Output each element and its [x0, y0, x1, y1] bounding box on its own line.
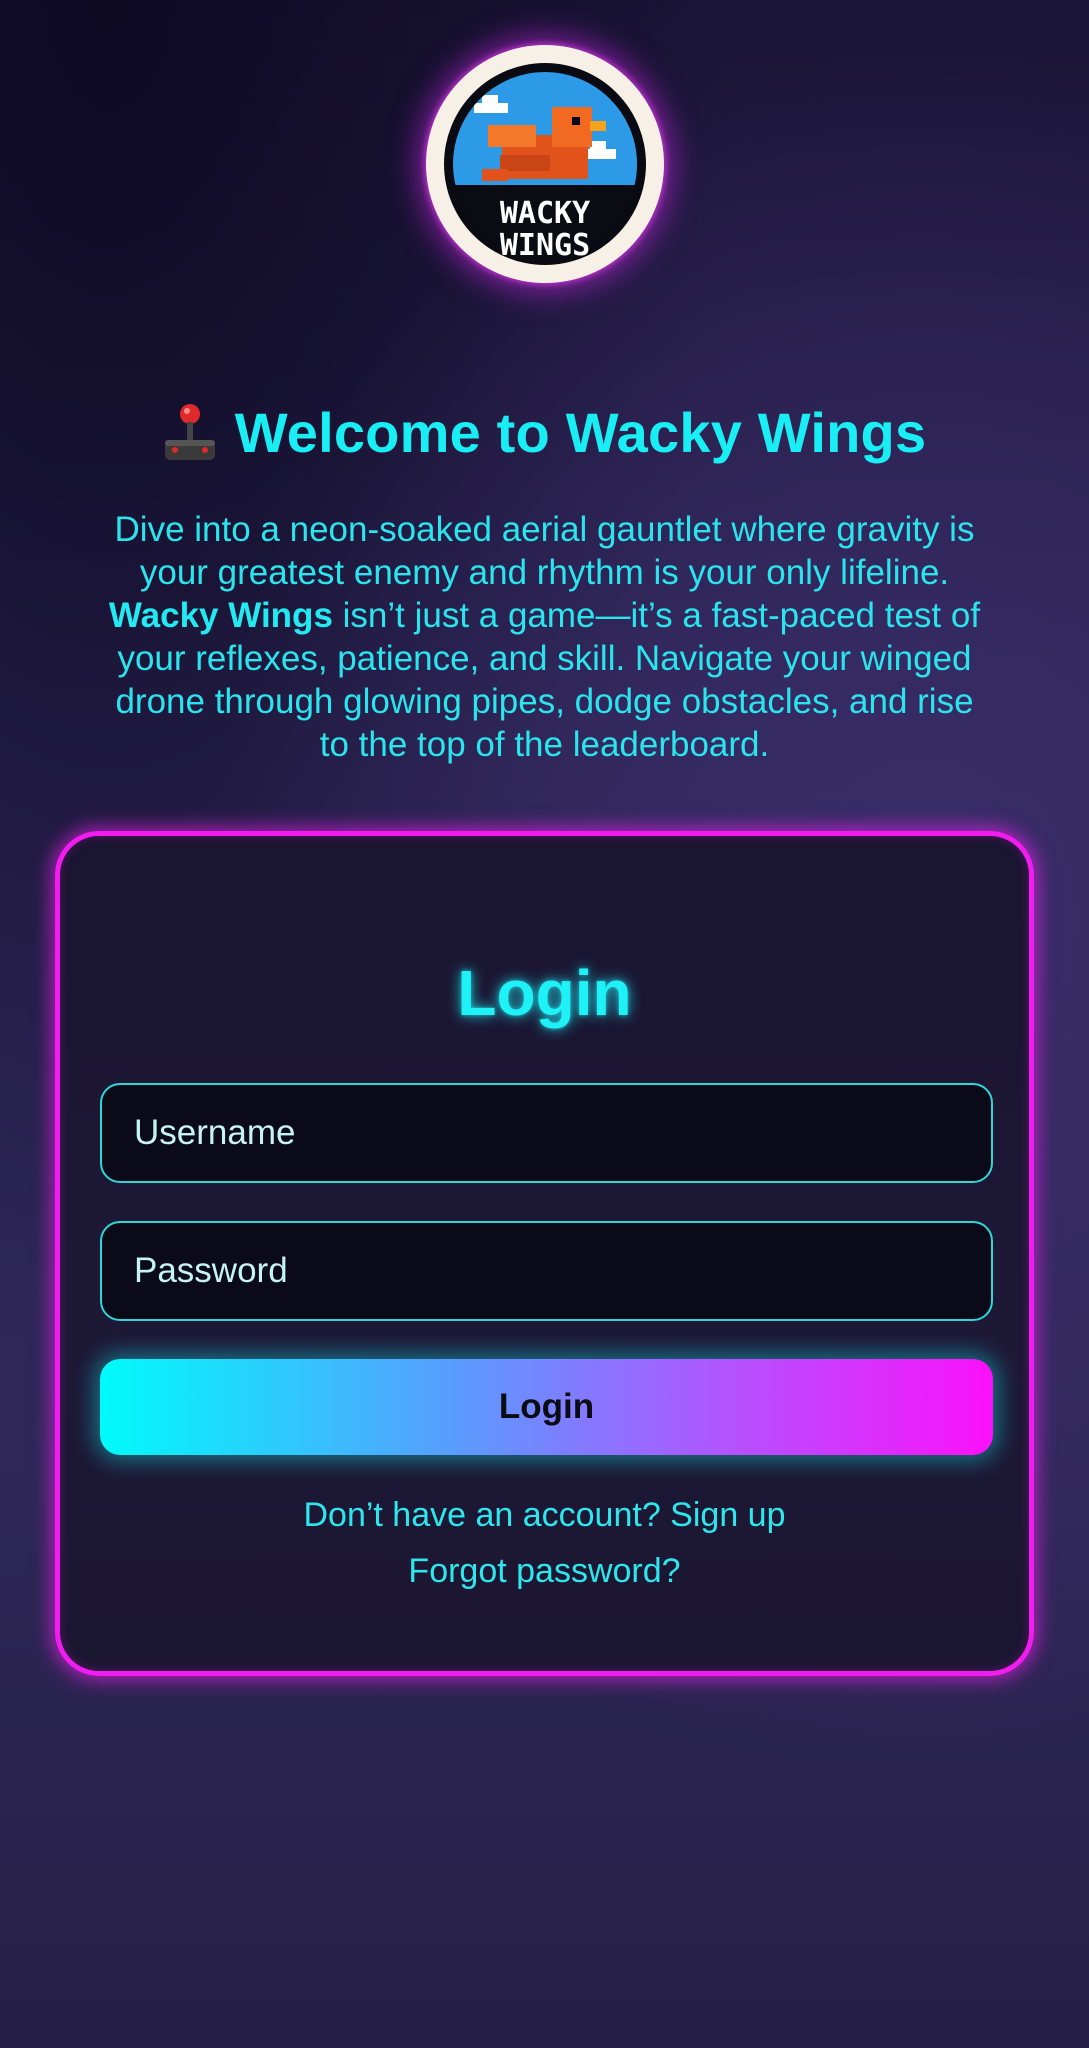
login-button[interactable]: Login	[100, 1359, 993, 1455]
intro-line: your greatest enemy and rhythm is your o…	[139, 553, 950, 592]
intro-line: your reflexes, patience, and skill. Navi…	[117, 639, 972, 678]
login-card: Login Login Don’t have an account? Sign …	[55, 831, 1034, 1676]
signup-link[interactable]: Don’t have an account? Sign up	[303, 1496, 785, 1534]
intro-line: to the top of the leaderboard.	[319, 725, 770, 764]
forgot-password-link[interactable]: Forgot password?	[408, 1552, 680, 1590]
username-input[interactable]	[134, 1085, 991, 1181]
page-title: Welcome to Wacky Wings	[234, 401, 927, 464]
signup-link-row: Don’t have an account? Sign up	[60, 1496, 1029, 1535]
password-input[interactable]	[134, 1223, 991, 1319]
intro-paragraph: Dive into a neon-soaked aerial gauntlet …	[80, 508, 1009, 766]
app-logo: WACKY WINGS	[426, 45, 664, 283]
intro-line: Wacky Wings isn’t just a game—it’s a fas…	[80, 594, 1009, 637]
login-title: Login	[457, 957, 632, 1029]
username-field[interactable]	[100, 1083, 993, 1183]
password-field[interactable]	[100, 1221, 993, 1321]
intro-text: isn’t just a game—it’s a fast-paced test…	[332, 596, 981, 635]
bird-logo-icon: WACKY WINGS	[444, 63, 646, 265]
brand-name: Wacky Wings	[108, 596, 333, 635]
forgot-link-row: Forgot password?	[60, 1552, 1029, 1591]
intro-line: drone through glowing pipes, dodge obsta…	[115, 682, 974, 721]
svg-text:WACKY: WACKY	[500, 196, 590, 231]
svg-text:WINGS: WINGS	[500, 228, 590, 263]
joystick-icon	[164, 403, 215, 460]
intro-line: Dive into a neon-soaked aerial gauntlet …	[114, 510, 975, 549]
welcome-heading: Welcome to Wacky Wings	[0, 400, 1089, 465]
